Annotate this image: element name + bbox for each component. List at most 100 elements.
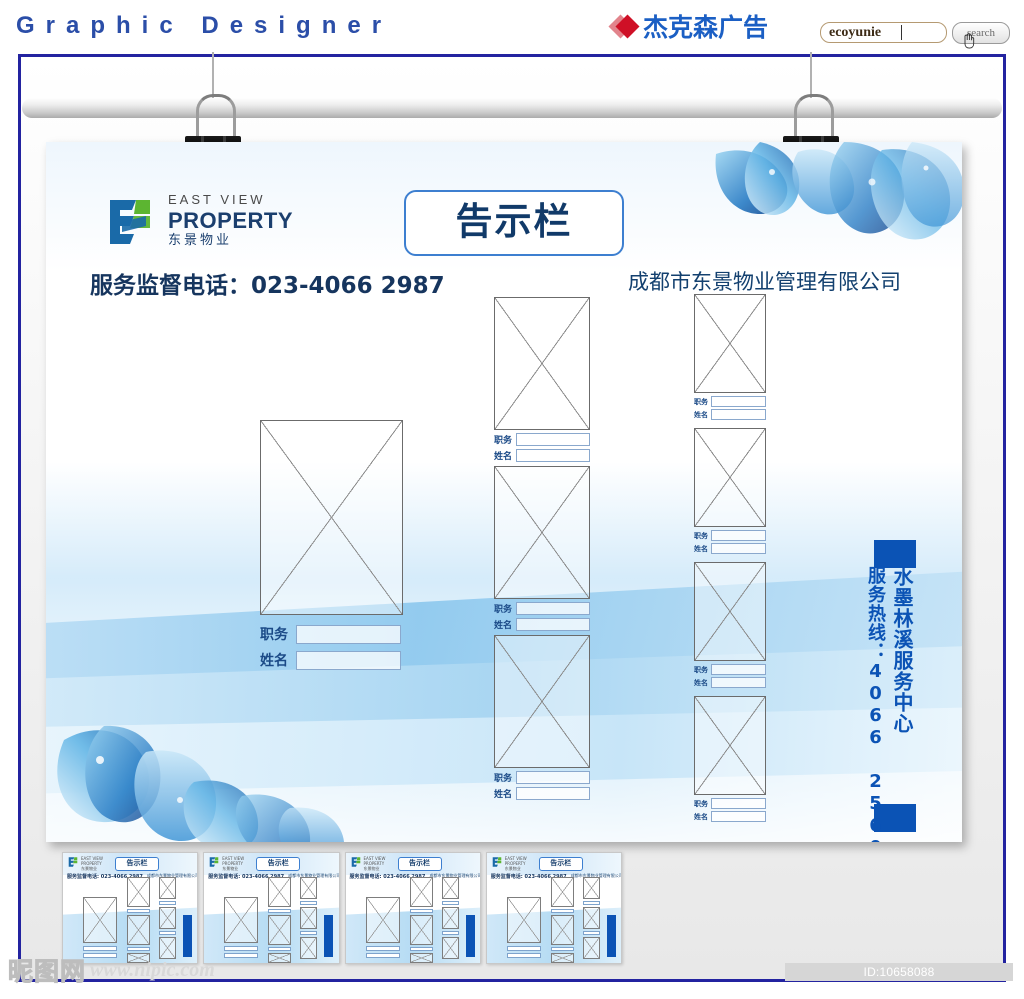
watermark-url: www.nipic.com xyxy=(90,958,215,981)
thumb-photo-mid xyxy=(550,953,574,963)
vertical-banner-title: 水墨林溪服务中心 xyxy=(890,566,914,734)
thumb-field xyxy=(365,946,400,951)
field-input-name[interactable] xyxy=(711,677,766,688)
field-input-position[interactable] xyxy=(711,396,766,407)
photo-placeholder-mid-3[interactable] xyxy=(494,635,590,768)
thumb-photo-mid xyxy=(409,915,433,945)
vertical-service-banner: 服务热线：4066 2560 水墨林溪服务中心 xyxy=(862,540,918,842)
thumb-field xyxy=(441,931,459,935)
thumb-logo-text: EAST VIEW PROPERTY 东景物业 xyxy=(222,856,245,871)
east-view-property-logo-icon xyxy=(68,857,78,867)
field-label-name: 姓名 xyxy=(494,621,513,631)
field-row-name-large: 姓名 xyxy=(260,650,403,670)
field-input-name[interactable] xyxy=(516,449,590,462)
thumb-logo-text: EAST VIEW PROPERTY 东景物业 xyxy=(504,856,527,871)
vertical-banner-hotline: 服务热线：4066 2560 xyxy=(865,566,886,842)
photo-placeholder-right-4[interactable] xyxy=(694,696,766,795)
field-input-name[interactable] xyxy=(516,618,590,631)
thumb-photo-mid xyxy=(268,877,292,907)
text-caret xyxy=(901,25,902,40)
field-input-name[interactable] xyxy=(711,543,766,554)
thumb-title: 告示栏 xyxy=(115,857,159,871)
field-label-position: 职务 xyxy=(494,436,513,446)
top-header-bar: Graphic Designer 杰克森广告 ecoyunie search xyxy=(0,0,1024,50)
field-label-position: 职务 xyxy=(694,397,708,406)
field-input-position[interactable] xyxy=(296,624,401,644)
east-view-property-logo-icon xyxy=(209,857,219,867)
field-input-position[interactable] xyxy=(711,530,766,541)
poster-logo-block: EAST VIEW PROPERTY 东景物业 xyxy=(102,192,352,254)
field-row-position-large: 职务 xyxy=(260,624,403,644)
field-input-position[interactable] xyxy=(516,771,590,784)
thumb-photo-right xyxy=(582,907,600,929)
field-label-position: 职务 xyxy=(694,531,708,540)
thumb-photo-right xyxy=(159,907,176,929)
search-input-value: ecoyunie xyxy=(829,25,882,40)
thumb-title: 告示栏 xyxy=(538,857,583,871)
field-label-position: 职务 xyxy=(494,605,513,615)
thumb-photo-right xyxy=(441,877,459,899)
thumb-vertical-banner xyxy=(183,915,192,957)
thumbnail-item[interactable]: EAST VIEW PROPERTY 东景物业 告示栏 服务监督电话: 023-40… xyxy=(344,852,481,964)
field-input-position[interactable] xyxy=(711,798,766,809)
thumb-photo-right xyxy=(300,937,318,959)
field-input-name[interactable] xyxy=(711,811,766,822)
field-label-name: 姓名 xyxy=(494,452,513,462)
thumb-logo-text: EAST VIEW PROPERTY 东景物业 xyxy=(81,856,103,871)
field-label-position: 职务 xyxy=(494,774,513,784)
thumbnail-item[interactable]: EAST VIEW PROPERTY 东景物业 告示栏 服务监督电话: 023-40… xyxy=(62,852,199,964)
logo-line-east-view: EAST VIEW xyxy=(168,192,266,207)
poster-logo-text: EAST VIEW PROPERTY 东景物业 xyxy=(168,192,293,249)
image-id-text: ID:10658088 NO:20180513225139418084 xyxy=(819,965,979,997)
field-input-name[interactable] xyxy=(711,409,766,420)
poster-artboard[interactable]: EAST VIEW PROPERTY 东景物业 服务监督电话：023-4066 … xyxy=(46,142,962,842)
thumb-photo-right xyxy=(159,877,176,899)
thumb-vertical-banner xyxy=(606,915,616,957)
field-input-position[interactable] xyxy=(516,433,590,446)
thumb-field xyxy=(127,947,150,951)
banner-cap-top xyxy=(874,540,916,568)
thumb-photo-mid xyxy=(127,915,150,945)
field-label-name: 姓名 xyxy=(694,812,708,821)
search-button[interactable]: search xyxy=(952,22,1010,44)
field-label-name: 姓名 xyxy=(494,790,513,800)
field-input-name[interactable] xyxy=(296,650,401,670)
thumb-field xyxy=(300,931,318,935)
watermark-cn: 昵图网 xyxy=(7,957,87,987)
image-id-bar: ID:10658088 NO:20180513225139418084 xyxy=(785,963,1013,997)
field-label-position: 职务 xyxy=(260,627,288,643)
thumb-photo-large xyxy=(83,897,117,943)
page-title: Graphic Designer xyxy=(16,12,393,39)
search-input[interactable]: ecoyunie xyxy=(820,22,947,43)
thumbnail-item[interactable]: EAST VIEW PROPERTY 东景物业 告示栏 服务监督电话: 023-40… xyxy=(203,852,340,964)
field-label-name: 姓名 xyxy=(694,678,708,687)
site-watermark: 昵图网 www.nipic.com xyxy=(7,952,215,988)
photo-placeholder-right-1[interactable] xyxy=(694,294,766,393)
photo-placeholder-right-2[interactable] xyxy=(694,428,766,527)
thumb-field xyxy=(127,909,150,913)
field-label-name: 姓名 xyxy=(694,410,708,419)
thumb-field xyxy=(365,953,400,958)
thumb-photo-right xyxy=(441,907,459,929)
poster-title-badge: 告示栏 xyxy=(404,190,624,256)
field-input-position[interactable] xyxy=(711,664,766,675)
poster-title: 告示栏 xyxy=(455,200,573,243)
logo-line-cn: 东景物业 xyxy=(168,233,233,248)
supervision-hotline: 服务监督电话：023-4066 2987 xyxy=(90,273,445,299)
thumb-title: 告示栏 xyxy=(397,857,442,871)
thumbnail-item[interactable]: EAST VIEW PROPERTY 东景物业 告示栏 服务监督电话: 023-40… xyxy=(485,852,622,964)
thumb-photo-mid xyxy=(268,953,292,963)
thumb-field xyxy=(582,901,600,905)
thumb-field xyxy=(409,909,433,913)
thumb-field xyxy=(550,909,574,913)
photo-placeholder-mid-2[interactable] xyxy=(494,466,590,599)
thumb-vertical-banner xyxy=(324,915,334,957)
photo-placeholder-large[interactable] xyxy=(260,420,403,615)
field-label-position: 职务 xyxy=(694,799,708,808)
company-name: 成都市东景物业管理有限公司 xyxy=(628,270,901,294)
field-input-name[interactable] xyxy=(516,787,590,800)
thumb-photo-mid xyxy=(550,877,574,907)
photo-placeholder-mid-1[interactable] xyxy=(494,297,590,430)
field-input-position[interactable] xyxy=(516,602,590,615)
photo-placeholder-right-3[interactable] xyxy=(694,562,766,661)
